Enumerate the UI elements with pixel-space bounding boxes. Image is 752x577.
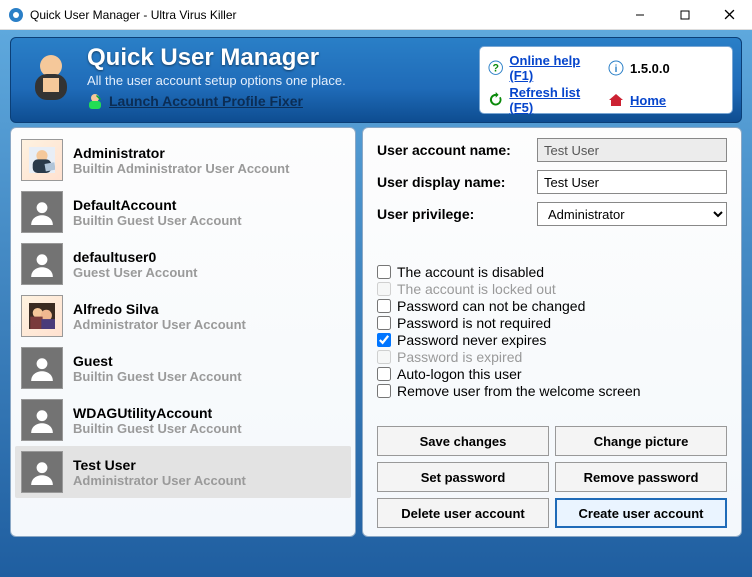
delete-user-button[interactable]: Delete user account bbox=[377, 498, 549, 528]
user-type-label: Administrator User Account bbox=[73, 473, 246, 488]
chk-remove-welcome[interactable] bbox=[377, 384, 391, 398]
titlebar: Quick User Manager - Ultra Virus Killer bbox=[0, 0, 752, 30]
window-title: Quick User Manager - Ultra Virus Killer bbox=[30, 8, 617, 22]
privilege-select[interactable]: Administrator bbox=[537, 202, 727, 226]
user-avatar-icon bbox=[21, 451, 63, 493]
user-type-label: Builtin Administrator User Account bbox=[73, 161, 289, 176]
set-password-button[interactable]: Set password bbox=[377, 462, 549, 492]
chk-remove-welcome-label: Remove user from the welcome screen bbox=[397, 383, 641, 399]
launch-profile-fixer-link[interactable]: Launch Account Profile Fixer bbox=[109, 93, 303, 109]
change-picture-button[interactable]: Change picture bbox=[555, 426, 727, 456]
chk-account-disabled-label: The account is disabled bbox=[397, 264, 544, 280]
create-user-button[interactable]: Create user account bbox=[555, 498, 727, 528]
chk-autologon[interactable] bbox=[377, 367, 391, 381]
version-label: 1.5.0.0 bbox=[630, 61, 670, 76]
user-row[interactable]: DefaultAccountBuiltin Guest User Account bbox=[15, 186, 351, 238]
user-avatar-icon bbox=[21, 191, 63, 233]
account-name-label: User account name: bbox=[377, 142, 527, 158]
user-name-label: defaultuser0 bbox=[73, 249, 198, 265]
user-name-label: Administrator bbox=[73, 145, 289, 161]
user-row[interactable]: GuestBuiltin Guest User Account bbox=[15, 342, 351, 394]
app-icon bbox=[8, 7, 24, 23]
user-name-label: Guest bbox=[73, 353, 242, 369]
user-row[interactable]: WDAGUtilityAccountBuiltin Guest User Acc… bbox=[15, 394, 351, 446]
refresh-list-link[interactable]: Refresh list (F5) bbox=[509, 85, 604, 115]
user-row[interactable]: Alfredo SilvaAdministrator User Account bbox=[15, 290, 351, 342]
remove-password-button[interactable]: Remove password bbox=[555, 462, 727, 492]
user-type-label: Builtin Guest User Account bbox=[73, 213, 242, 228]
user-name-label: Alfredo Silva bbox=[73, 301, 246, 317]
user-type-label: Guest User Account bbox=[73, 265, 198, 280]
chk-pw-nochange[interactable] bbox=[377, 299, 391, 313]
maximize-button[interactable] bbox=[662, 0, 707, 30]
chk-account-locked bbox=[377, 282, 391, 296]
header-avatar-icon bbox=[25, 48, 77, 100]
chk-account-locked-label: The account is locked out bbox=[397, 281, 556, 297]
refresh-icon bbox=[488, 92, 503, 108]
save-button[interactable]: Save changes bbox=[377, 426, 549, 456]
user-row[interactable]: defaultuser0Guest User Account bbox=[15, 238, 351, 290]
user-details-panel: User account name: User display name: Us… bbox=[362, 127, 742, 537]
chk-autologon-label: Auto-logon this user bbox=[397, 366, 522, 382]
chk-pw-notreq-label: Password is not required bbox=[397, 315, 551, 331]
svg-text:i: i bbox=[615, 64, 618, 75]
online-help-link[interactable]: Online help (F1) bbox=[509, 53, 604, 83]
chk-pw-expired bbox=[377, 350, 391, 364]
chk-pw-nochange-label: Password can not be changed bbox=[397, 298, 585, 314]
user-avatar-icon bbox=[21, 399, 63, 441]
privilege-label: User privilege: bbox=[377, 206, 527, 222]
user-avatar-icon bbox=[21, 295, 63, 337]
user-list: AdministratorBuiltin Administrator User … bbox=[10, 127, 356, 537]
svg-text:?: ? bbox=[492, 63, 498, 75]
fixer-icon bbox=[87, 93, 103, 109]
help-icon: ? bbox=[488, 60, 503, 76]
user-avatar-icon bbox=[21, 347, 63, 389]
header-title: Quick User Manager bbox=[87, 44, 346, 72]
header: Quick User Manager All the user account … bbox=[10, 37, 742, 123]
chk-pw-expired-label: Password is expired bbox=[397, 349, 522, 365]
user-name-label: Test User bbox=[73, 457, 246, 473]
user-avatar-icon bbox=[21, 139, 63, 181]
user-row[interactable]: AdministratorBuiltin Administrator User … bbox=[15, 134, 351, 186]
chk-pw-never[interactable] bbox=[377, 333, 391, 347]
user-row[interactable]: Test UserAdministrator User Account bbox=[15, 446, 351, 498]
user-name-label: DefaultAccount bbox=[73, 197, 242, 213]
close-button[interactable] bbox=[707, 0, 752, 30]
account-name-input[interactable] bbox=[537, 138, 727, 162]
user-type-label: Administrator User Account bbox=[73, 317, 246, 332]
user-avatar-icon bbox=[21, 243, 63, 285]
chk-pw-never-label: Password never expires bbox=[397, 332, 546, 348]
home-link[interactable]: Home bbox=[630, 93, 666, 108]
home-icon bbox=[608, 92, 624, 108]
display-name-input[interactable] bbox=[537, 170, 727, 194]
user-name-label: WDAGUtilityAccount bbox=[73, 405, 242, 421]
info-icon: i bbox=[608, 60, 624, 76]
display-name-label: User display name: bbox=[377, 174, 527, 190]
user-type-label: Builtin Guest User Account bbox=[73, 369, 242, 384]
minimize-button[interactable] bbox=[617, 0, 662, 30]
header-panel: ? Online help (F1) i 1.5.0.0 Refresh lis… bbox=[479, 46, 733, 114]
chk-pw-notreq[interactable] bbox=[377, 316, 391, 330]
user-type-label: Builtin Guest User Account bbox=[73, 421, 242, 436]
header-subtitle: All the user account setup options one p… bbox=[87, 73, 346, 88]
chk-account-disabled[interactable] bbox=[377, 265, 391, 279]
